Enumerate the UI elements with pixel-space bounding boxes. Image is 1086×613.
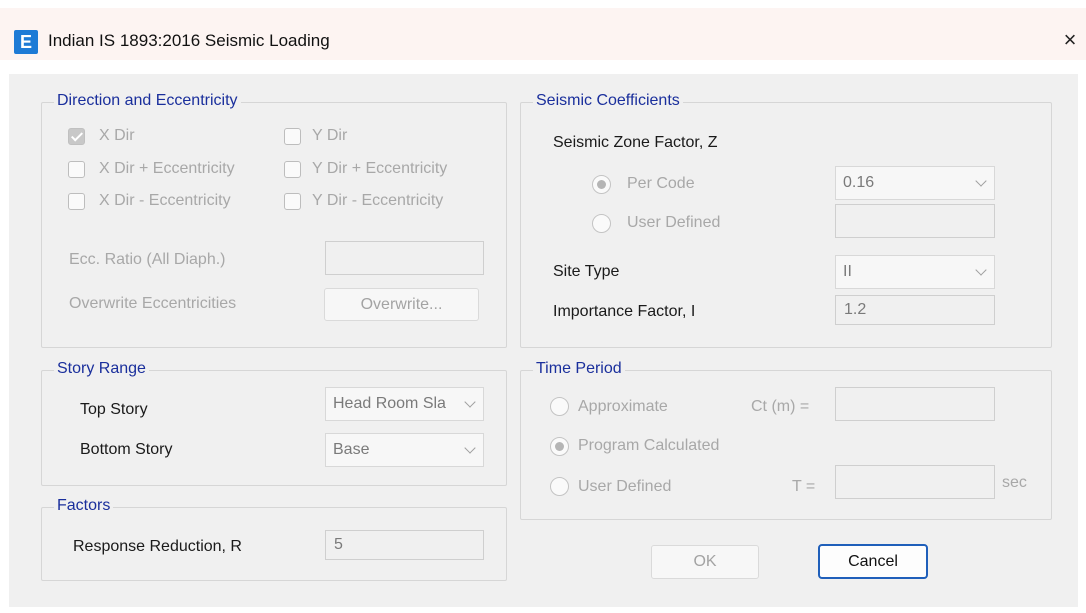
zone-factor-label: Seismic Zone Factor, Z [553, 134, 718, 151]
importance-factor-label: Importance Factor, I [553, 303, 696, 320]
zone-factor-value: 0.16 [843, 174, 875, 191]
per-code-radio[interactable] [592, 175, 611, 194]
bottom-story-value: Base [333, 441, 370, 458]
per-code-label: Per Code [627, 175, 695, 192]
site-type-dropdown[interactable]: II [835, 255, 995, 289]
y-dir-checkbox[interactable] [284, 128, 301, 145]
direction-eccentricity-legend: Direction and Eccentricity [54, 92, 241, 110]
window-title: Indian IS 1893:2016 Seismic Loading [48, 31, 330, 50]
sec-label: sec [1002, 474, 1027, 491]
importance-factor-input[interactable]: 1.2 [835, 295, 995, 325]
seismic-coefficients-legend: Seismic Coefficients [533, 92, 683, 110]
user-defined-period-label: User Defined [578, 478, 672, 495]
bottom-story-dropdown[interactable]: Base [325, 433, 484, 467]
chevron-down-icon [975, 264, 987, 276]
x-dir-checkbox[interactable] [68, 128, 85, 145]
time-period-legend: Time Period [533, 360, 625, 378]
user-defined-period-radio[interactable] [550, 477, 569, 496]
dialog-body: Direction and Eccentricity X Dir Y Dir X… [9, 74, 1078, 607]
program-calculated-label: Program Calculated [578, 437, 720, 454]
title-bar: E Indian IS 1893:2016 Seismic Loading × [0, 8, 1086, 60]
ct-label: Ct (m) = [751, 398, 810, 415]
y-dir-plus-ecc-checkbox[interactable] [284, 161, 301, 178]
x-dir-minus-ecc-label: X Dir - Eccentricity [99, 192, 231, 209]
t-label: T = [792, 478, 816, 495]
program-calculated-radio[interactable] [550, 437, 569, 456]
chevron-down-icon [464, 396, 476, 408]
ecc-ratio-label: Ecc. Ratio (All Diaph.) [69, 251, 226, 268]
close-icon[interactable]: × [1058, 26, 1082, 54]
bottom-story-label: Bottom Story [80, 441, 173, 458]
y-dir-minus-ecc-checkbox[interactable] [284, 193, 301, 210]
factors-legend: Factors [54, 497, 114, 515]
app-icon: E [14, 30, 38, 54]
ct-input[interactable] [835, 387, 995, 421]
ecc-ratio-input[interactable] [325, 241, 484, 275]
response-reduction-input[interactable]: 5 [325, 530, 484, 560]
user-defined-zone-label: User Defined [627, 214, 721, 231]
ok-button[interactable]: OK [651, 545, 759, 579]
overwrite-eccentricities-label: Overwrite Eccentricities [69, 295, 237, 312]
x-dir-plus-ecc-checkbox[interactable] [68, 161, 85, 178]
y-dir-label: Y Dir [312, 127, 348, 144]
t-input[interactable] [835, 465, 995, 499]
x-dir-plus-ecc-label: X Dir + Eccentricity [99, 160, 235, 177]
response-reduction-label: Response Reduction, R [73, 538, 242, 555]
story-range-legend: Story Range [54, 360, 149, 378]
zone-factor-dropdown[interactable]: 0.16 [835, 166, 995, 200]
site-type-value: II [843, 263, 852, 280]
overwrite-button[interactable]: Overwrite... [324, 288, 479, 321]
top-story-label: Top Story [80, 401, 148, 418]
x-dir-minus-ecc-checkbox[interactable] [68, 193, 85, 210]
user-defined-zone-radio[interactable] [592, 214, 611, 233]
y-dir-minus-ecc-label: Y Dir - Eccentricity [312, 192, 444, 209]
chevron-down-icon [975, 175, 987, 187]
cancel-button[interactable]: Cancel [818, 544, 928, 579]
x-dir-label: X Dir [99, 127, 135, 144]
approximate-radio[interactable] [550, 397, 569, 416]
chevron-down-icon [464, 442, 476, 454]
approximate-label: Approximate [578, 398, 668, 415]
user-defined-zone-input[interactable] [835, 204, 995, 238]
site-type-label: Site Type [553, 263, 620, 280]
y-dir-plus-ecc-label: Y Dir + Eccentricity [312, 160, 448, 177]
top-story-value: Head Room Sla [333, 395, 446, 412]
top-story-dropdown[interactable]: Head Room Sla [325, 387, 484, 421]
